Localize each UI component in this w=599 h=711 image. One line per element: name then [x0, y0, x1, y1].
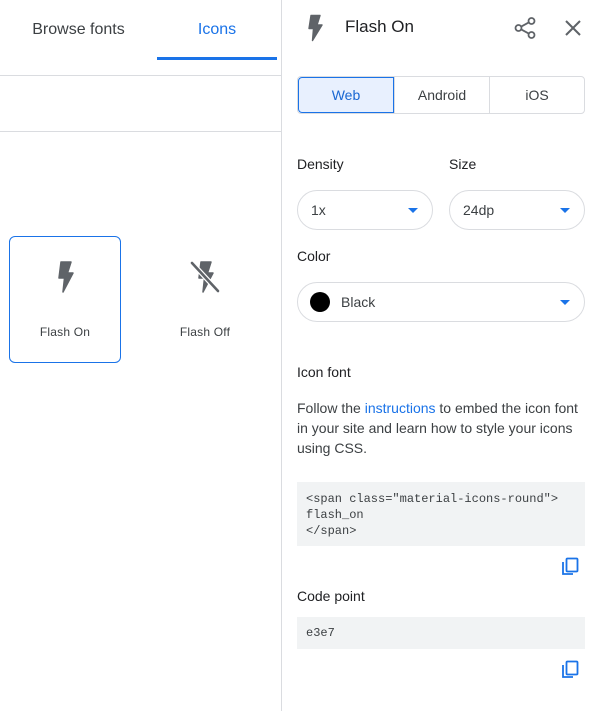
- size-label: Size: [449, 156, 477, 172]
- density-select[interactable]: 1x: [297, 190, 433, 230]
- dropdown-caret-icon: [560, 208, 570, 213]
- icon-card-flash-off[interactable]: Flash Off: [149, 236, 261, 363]
- dropdown-caret-icon: [408, 208, 418, 213]
- icon-card-label: Flash On: [39, 325, 91, 339]
- detail-title: Flash On: [345, 17, 414, 36]
- color-value: Black: [341, 294, 376, 310]
- code-snippet: <span class="material-icons-round"> flas…: [297, 482, 585, 546]
- size-select[interactable]: 24dp: [449, 190, 585, 230]
- icon-font-title: Icon font: [297, 364, 351, 380]
- size-value: 24dp: [463, 202, 495, 218]
- platform-android-button[interactable]: Android: [394, 77, 489, 113]
- top-tabs: Browse fonts Icons: [0, 0, 281, 60]
- share-icon[interactable]: [512, 15, 538, 41]
- code-point-title: Code point: [297, 588, 365, 604]
- active-tab-indicator: [157, 57, 277, 60]
- copy-icon[interactable]: [560, 557, 580, 577]
- icon-card-label: Flash Off: [179, 325, 231, 339]
- flash-on-icon: [58, 261, 74, 293]
- color-swatch: [310, 292, 330, 312]
- copy-icon[interactable]: [560, 660, 580, 680]
- instructions-link[interactable]: instructions: [365, 400, 436, 416]
- close-icon[interactable]: [562, 17, 584, 39]
- flash-off-icon: [189, 260, 221, 294]
- icon-font-description: Follow the instructions to embed the ico…: [297, 398, 585, 458]
- platform-ios-button[interactable]: iOS: [489, 77, 584, 113]
- divider: [0, 131, 281, 132]
- color-select[interactable]: Black: [297, 282, 585, 322]
- dropdown-caret-icon: [560, 300, 570, 305]
- color-label: Color: [297, 248, 331, 264]
- tab-browse-fonts[interactable]: Browse fonts: [0, 0, 157, 60]
- platform-toggle: Web Android iOS: [297, 76, 585, 114]
- icon-browser-panel: Browse fonts Icons Flash On Flash Off: [0, 0, 281, 711]
- description-text: Follow the: [297, 400, 365, 416]
- icon-card-flash-on[interactable]: Flash On: [9, 236, 121, 363]
- density-label: Density: [297, 156, 344, 172]
- density-value: 1x: [311, 202, 326, 218]
- platform-web-button[interactable]: Web: [298, 77, 394, 113]
- flash-on-icon: [308, 14, 323, 42]
- code-point-value: e3e7: [297, 617, 585, 649]
- tab-icons[interactable]: Icons: [157, 0, 277, 60]
- icon-detail-panel: Flash On Web Android iOS Density Size 1x…: [282, 0, 599, 711]
- divider: [0, 75, 281, 76]
